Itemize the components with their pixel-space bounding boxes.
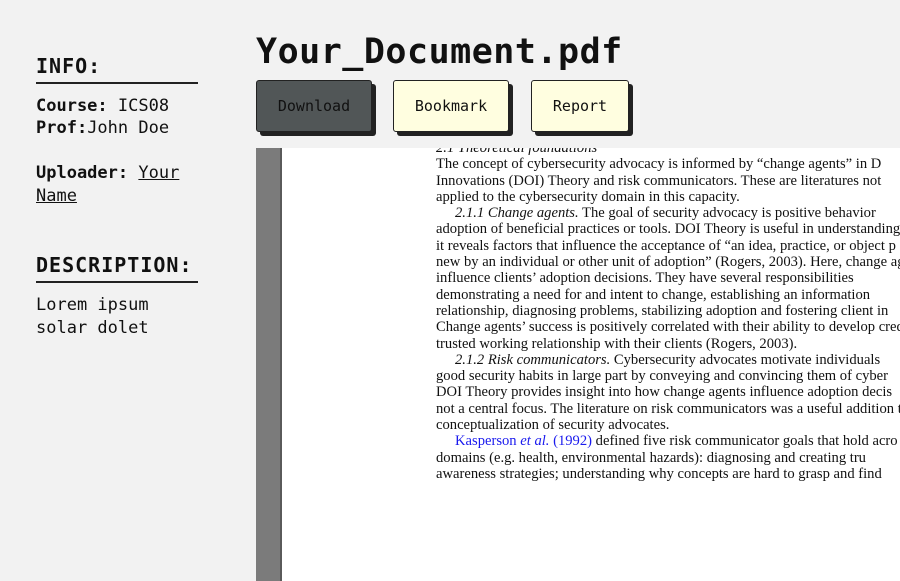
pdf-text-line: trusted working relationship with their …	[436, 335, 798, 352]
viewer-gutter	[256, 148, 282, 581]
pdf-subsection-heading: 2.1.2 Risk communicators.	[455, 351, 611, 368]
pdf-text-line: The concept of cybersecurity advocacy is…	[436, 156, 882, 173]
course-value: ICS08	[117, 96, 170, 116]
pdf-viewer[interactable]: 2.1 Theoretical foundations The concept …	[256, 148, 900, 581]
pdf-text-line: it reveals factors that influence the ac…	[436, 237, 896, 254]
pdf-text-line: awareness strategies; understanding why …	[436, 465, 882, 482]
pdf-text-line: not a central focus. The literature on r…	[436, 400, 900, 417]
document-title: Your_Document.pdf	[256, 32, 623, 72]
pdf-text-line: Innovations (DOI) Theory and risk commun…	[436, 172, 882, 189]
prof-value: John Doe	[87, 118, 170, 138]
pdf-text-line: influence clients’ adoption decisions. T…	[436, 270, 854, 287]
course-row: Course: ICS08	[36, 95, 169, 117]
info-heading: INFO:	[36, 54, 198, 84]
citation-link[interactable]: Kasperson et al. (1992)	[455, 433, 592, 449]
download-button[interactable]: Download	[256, 80, 372, 132]
report-button[interactable]: Report	[531, 80, 629, 132]
pdf-section-heading: 2.1 Theoretical foundations	[436, 148, 598, 156]
prof-label: Prof:	[36, 118, 88, 138]
pdf-text-line: demonstrating a need for and intent to c…	[436, 286, 871, 303]
bookmark-button[interactable]: Bookmark	[393, 80, 509, 132]
citation-year: (1992)	[549, 433, 593, 450]
pdf-text-line: applied to the cybersecurity domain in t…	[436, 188, 740, 205]
pdf-text-line: Kasperson et al. (1992) defined five ris…	[436, 433, 900, 449]
description-heading: DESCRIPTION:	[36, 253, 198, 283]
pdf-text-run: The goal of security advocacy is positiv…	[578, 205, 876, 222]
pdf-text-line: domains (e.g. health, environmental haza…	[436, 449, 866, 466]
pdf-text-line: 2.1.1 Change agents. The goal of securit…	[436, 205, 900, 221]
pdf-text-run: Cybersecurity advocates motivate individ…	[610, 351, 881, 368]
citation-etal: et al.	[520, 433, 550, 450]
pdf-text-line: DOI Theory provides insight into how cha…	[436, 384, 893, 401]
pdf-text-line: good security habits in large part by co…	[436, 368, 889, 385]
uploader-row: Uploader: Your Name	[36, 162, 198, 208]
prof-row: Prof:John Doe	[36, 117, 169, 139]
description-text: Lorem ipsum solar dolet	[36, 295, 149, 338]
pdf-text-run: defined five risk communicator goals tha…	[592, 433, 898, 450]
pdf-text-line: new by an individual or other unit of ad…	[436, 254, 900, 271]
pdf-text-line: relationship, diagnosing problems, stabi…	[436, 302, 889, 319]
course-label: Course:	[36, 96, 108, 116]
uploader-label: Uploader:	[36, 163, 129, 183]
pdf-subsection-heading: 2.1.1 Change agents.	[455, 205, 579, 222]
pdf-page: 2.1 Theoretical foundations The concept …	[436, 148, 900, 482]
pdf-text-line: Change agents’ success is positively cor…	[436, 319, 900, 336]
pdf-text-line: adoption of beneficial practices or tool…	[436, 221, 900, 238]
citation-author: Kasperson	[455, 433, 521, 450]
pdf-text-line: conceptualization of security advocates.	[436, 417, 670, 434]
pdf-text-line: 2.1.2 Risk communicators. Cybersecurity …	[436, 352, 900, 368]
